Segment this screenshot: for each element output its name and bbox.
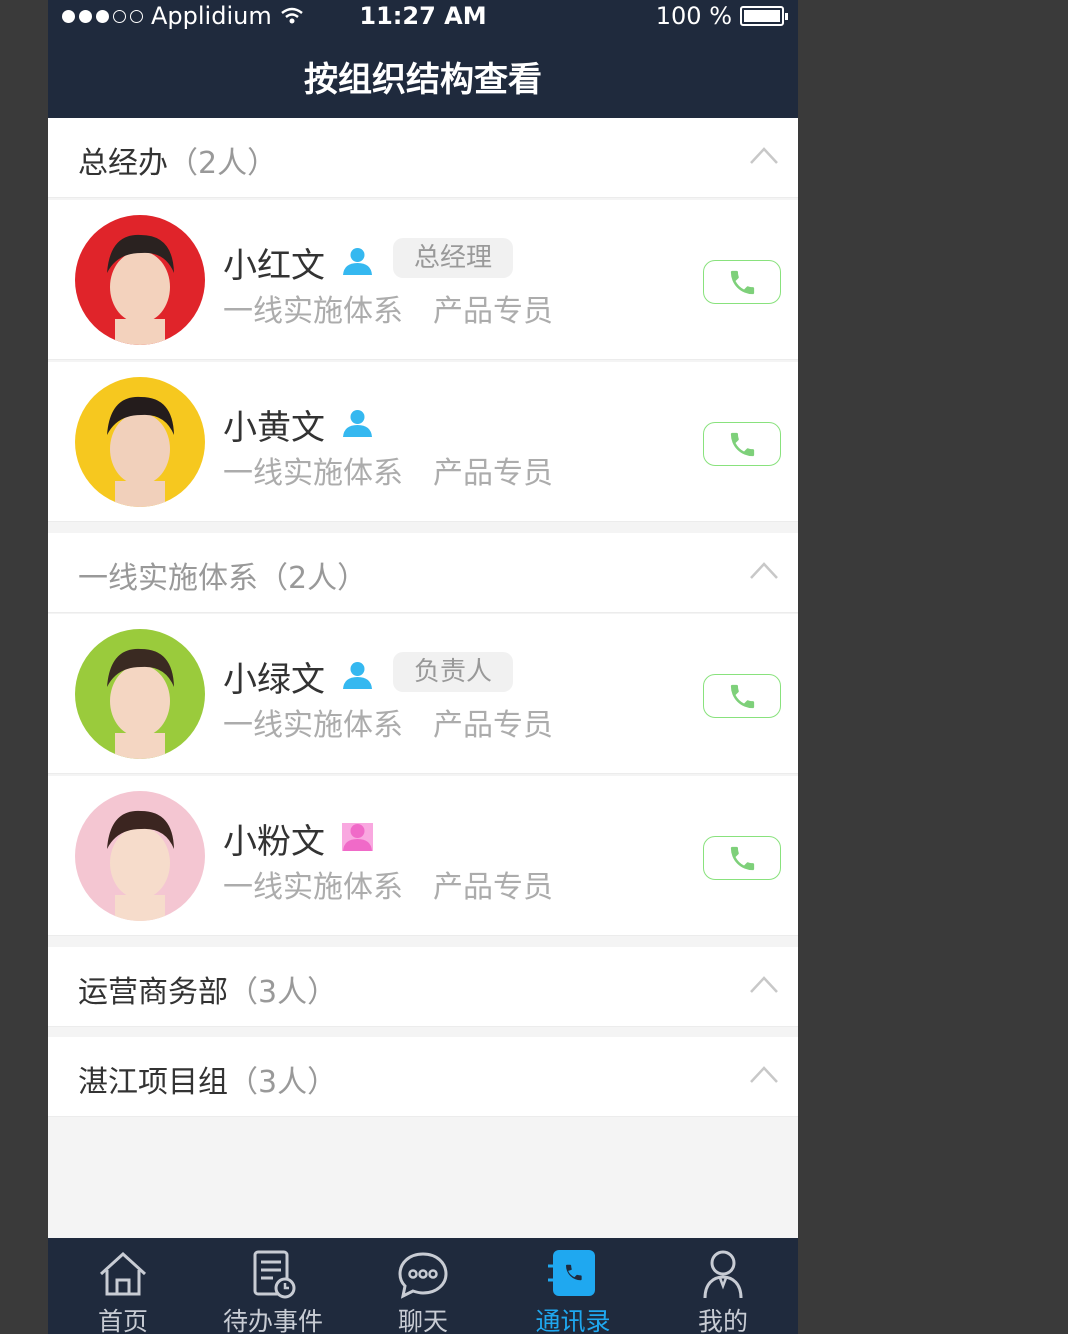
avatar bbox=[75, 629, 205, 759]
role-tag: 总经理 bbox=[393, 238, 513, 278]
person-icon bbox=[343, 410, 372, 437]
tab-bar: 首页 待办事件 聊天 通讯录 我的 bbox=[48, 1238, 798, 1334]
chevron-up-icon[interactable] bbox=[750, 146, 778, 164]
group-name: 总经办 bbox=[78, 146, 168, 181]
member-row[interactable]: 小黄文 一线实施体系 产品专员 bbox=[48, 362, 798, 522]
todo-icon bbox=[253, 1250, 296, 1299]
group-header-operations[interactable]: 运营商务部（3人） bbox=[48, 947, 798, 1027]
profile-icon bbox=[703, 1250, 743, 1299]
group-count: （3人） bbox=[228, 1065, 338, 1100]
member-role: 产品专员 bbox=[433, 870, 553, 905]
member-dept: 一线实施体系 bbox=[223, 870, 403, 905]
tab-label: 首页 bbox=[97, 1307, 148, 1334]
chevron-up-icon[interactable] bbox=[750, 561, 778, 579]
tab-label: 通讯录 bbox=[535, 1307, 611, 1334]
status-bar: Applidium 11:27 AM 100 % bbox=[48, 0, 798, 32]
battery-icon bbox=[740, 6, 788, 26]
group-header-general-office[interactable]: 总经办（2人） bbox=[48, 118, 798, 198]
member-name: 小粉文 bbox=[223, 822, 325, 862]
tab-contacts[interactable]: 通讯录 bbox=[498, 1238, 648, 1334]
member-dept: 一线实施体系 bbox=[223, 708, 403, 743]
avatar bbox=[75, 377, 205, 507]
tab-chat[interactable]: 聊天 bbox=[348, 1238, 498, 1334]
tab-label: 我的 bbox=[697, 1307, 748, 1334]
group-header-zhanjiang[interactable]: 湛江项目组（3人） bbox=[48, 1037, 798, 1117]
member-dept: 一线实施体系 bbox=[223, 456, 403, 491]
call-button[interactable] bbox=[703, 674, 781, 718]
member-name: 小绿文 bbox=[223, 660, 325, 700]
call-button[interactable] bbox=[703, 422, 781, 466]
tab-label: 待办事件 bbox=[222, 1307, 323, 1334]
tab-home[interactable]: 首页 bbox=[48, 1238, 198, 1334]
avatar bbox=[75, 791, 205, 921]
group-count: （2人） bbox=[168, 146, 278, 181]
phone-icon bbox=[730, 846, 755, 871]
member-role: 产品专员 bbox=[433, 294, 553, 329]
chevron-up-icon[interactable] bbox=[750, 1065, 778, 1083]
tab-label: 聊天 bbox=[397, 1307, 448, 1334]
member-name: 小黄文 bbox=[223, 408, 325, 448]
battery-percent: 100 % bbox=[655, 2, 732, 30]
person-icon bbox=[343, 662, 372, 689]
avatar bbox=[75, 215, 205, 345]
call-button[interactable] bbox=[703, 260, 781, 304]
chevron-up-icon[interactable] bbox=[750, 975, 778, 993]
group-header-implementation[interactable]: 一线实施体系（2人） bbox=[48, 533, 798, 613]
member-row[interactable]: 小粉文 一线实施体系 产品专员 bbox=[48, 776, 798, 936]
group-count: （3人） bbox=[228, 975, 338, 1010]
group-name: 湛江项目组 bbox=[78, 1065, 228, 1100]
group-name: 一线实施体系 bbox=[78, 561, 258, 596]
tab-todo[interactable]: 待办事件 bbox=[198, 1238, 348, 1334]
phone-icon bbox=[730, 432, 755, 457]
member-role: 产品专员 bbox=[433, 456, 553, 491]
chat-icon bbox=[398, 1252, 448, 1299]
tab-profile[interactable]: 我的 bbox=[648, 1238, 798, 1334]
phone-screen: Applidium 11:27 AM 100 % 按组织结构查看 总经办（2人） bbox=[48, 0, 798, 1334]
member-name: 小红文 bbox=[223, 246, 325, 286]
contacts-icon bbox=[548, 1250, 595, 1296]
group-name: 运营商务部 bbox=[78, 975, 228, 1010]
phone-icon bbox=[730, 684, 755, 709]
status-right: 100 % bbox=[655, 2, 788, 30]
member-row[interactable]: 小红文 总经理 一线实施体系 产品专员 bbox=[48, 200, 798, 360]
member-dept: 一线实施体系 bbox=[223, 294, 403, 329]
person-icon bbox=[342, 823, 373, 851]
phone-icon bbox=[730, 270, 755, 295]
member-row[interactable]: 小绿文 负责人 一线实施体系 产品专员 bbox=[48, 614, 798, 774]
group-count: （2人） bbox=[258, 561, 368, 596]
home-icon bbox=[99, 1251, 147, 1296]
page-title: 按组织结构查看 bbox=[304, 60, 542, 100]
role-tag: 负责人 bbox=[393, 652, 513, 692]
app-header: Applidium 11:27 AM 100 % 按组织结构查看 bbox=[48, 0, 798, 118]
person-icon bbox=[343, 248, 372, 275]
member-role: 产品专员 bbox=[433, 708, 553, 743]
call-button[interactable] bbox=[703, 836, 781, 880]
